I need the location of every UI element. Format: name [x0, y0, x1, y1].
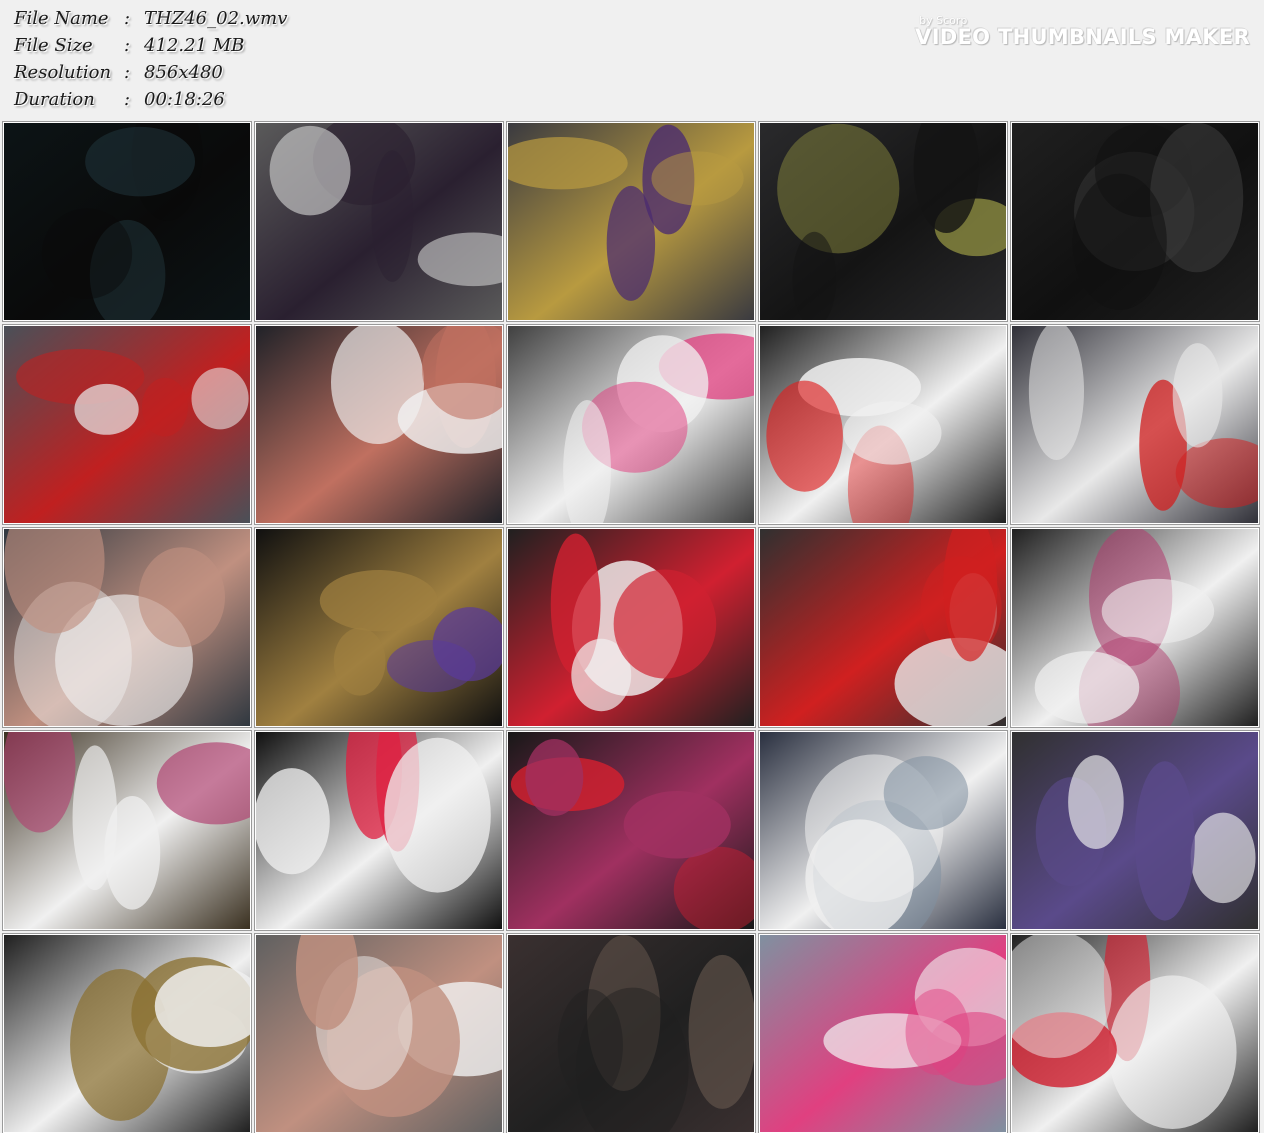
video-thumbnail-heroine-torn-costume	[506, 527, 756, 728]
thumbnail-frame-image	[1012, 935, 1258, 1132]
video-thumbnail-star-cape-heroine	[758, 933, 1008, 1133]
video-thumbnail-villain-back-view	[758, 121, 1008, 322]
thumbnail-frame-image	[508, 935, 754, 1132]
video-thumbnail-heroine-back-white-cape	[2, 324, 252, 525]
video-thumbnail-villain-helmet-closeup	[2, 933, 252, 1133]
file-info-separator: :	[124, 62, 131, 83]
video-thumbnail-villain-skull-mask	[254, 527, 504, 728]
file-info-value: 856x480	[144, 62, 223, 83]
thumbnail-frame-image	[508, 123, 754, 320]
thumbnail-frame-image	[1012, 732, 1258, 929]
video-thumbnail-heroine-mask-tentacle	[506, 730, 756, 931]
file-info-key: Duration	[14, 89, 95, 110]
video-thumbnail-chest-armor-closeup	[758, 527, 1008, 728]
thumbnail-frame-image	[760, 326, 1006, 523]
thumbnail-frame-image	[508, 529, 754, 726]
video-thumbnail-heroine-on-ground	[506, 324, 756, 525]
file-info-value: THZ46_02.wmv	[144, 8, 288, 29]
thumbnail-frame-image	[256, 123, 502, 320]
file-info-key: File Size	[14, 35, 93, 56]
thumbnail-frame-image	[4, 529, 250, 726]
thumbnail-frame-image	[4, 123, 250, 320]
thumbnail-frame-image	[508, 732, 754, 929]
file-info-separator: :	[124, 8, 131, 29]
thumbnail-frame-image	[256, 529, 502, 726]
app-branding: by Scorp VIDEO THUMBNAILS MAKER	[915, 14, 1250, 49]
thumbnail-frame-image	[760, 732, 1006, 929]
thumbnail-frame-image	[4, 326, 250, 523]
thumbnail-frame-image	[4, 732, 250, 929]
video-thumbnail-armored-villain-purple-gold	[506, 121, 756, 322]
video-thumbnail-torn-chest-tentacle	[2, 730, 252, 931]
video-thumbnail-dark-closeup	[506, 933, 756, 1133]
branding-name: VIDEO THUMBNAILS MAKER	[915, 25, 1250, 49]
thumbnail-frame-image	[4, 935, 250, 1132]
video-thumbnail-torn-white-skirt	[254, 933, 504, 1133]
file-info-value: 412.21 MB	[144, 35, 245, 56]
video-thumbnail-star-cape-and-villain	[1010, 730, 1260, 931]
thumbnail-frame-image	[760, 123, 1006, 320]
video-thumbnail-red-scarf-closeup	[1010, 933, 1260, 1133]
thumbnail-frame-image	[508, 326, 754, 523]
file-info-header: File Name: THZ46_02.wmv File Size:412.21 M…	[0, 0, 1264, 122]
video-thumbnail-heroine-grabbed-blue	[758, 730, 1008, 931]
thumbnail-frame-image	[256, 935, 502, 1132]
file-info-separator: :	[124, 35, 131, 56]
file-info-value: 00:18:26	[144, 89, 225, 110]
thumbnail-frame-image	[760, 935, 1006, 1132]
thumbnail-frame-image	[256, 732, 502, 929]
file-info-key: File Name	[14, 8, 109, 29]
video-thumbnail-heroine-lying-legs	[2, 527, 252, 728]
thumbnail-grid	[2, 121, 1260, 1133]
video-thumbnail-heroine-masked-closeup	[1010, 324, 1260, 525]
video-thumbnail-tentacle-closeup	[1010, 527, 1260, 728]
file-info-key: Resolution	[14, 62, 112, 83]
video-thumbnail-cloaked-figure-arms-out	[1010, 121, 1260, 322]
file-info-separator: :	[124, 89, 131, 110]
video-thumbnail-heroine-vs-armored-villain	[254, 121, 504, 322]
thumbnail-frame-image	[760, 529, 1006, 726]
thumbnail-frame-image	[1012, 326, 1258, 523]
video-thumbnail-villain-low-angle	[254, 324, 504, 525]
thumbnail-frame-image	[1012, 123, 1258, 320]
video-thumbnail-heroine-mask-distress	[254, 730, 504, 931]
thumbnail-frame-image	[1012, 529, 1258, 726]
thumbnail-frame-image	[256, 326, 502, 523]
video-thumbnail-dark-figure-corridor	[2, 121, 252, 322]
video-thumbnail-heroine-kick	[758, 324, 1008, 525]
